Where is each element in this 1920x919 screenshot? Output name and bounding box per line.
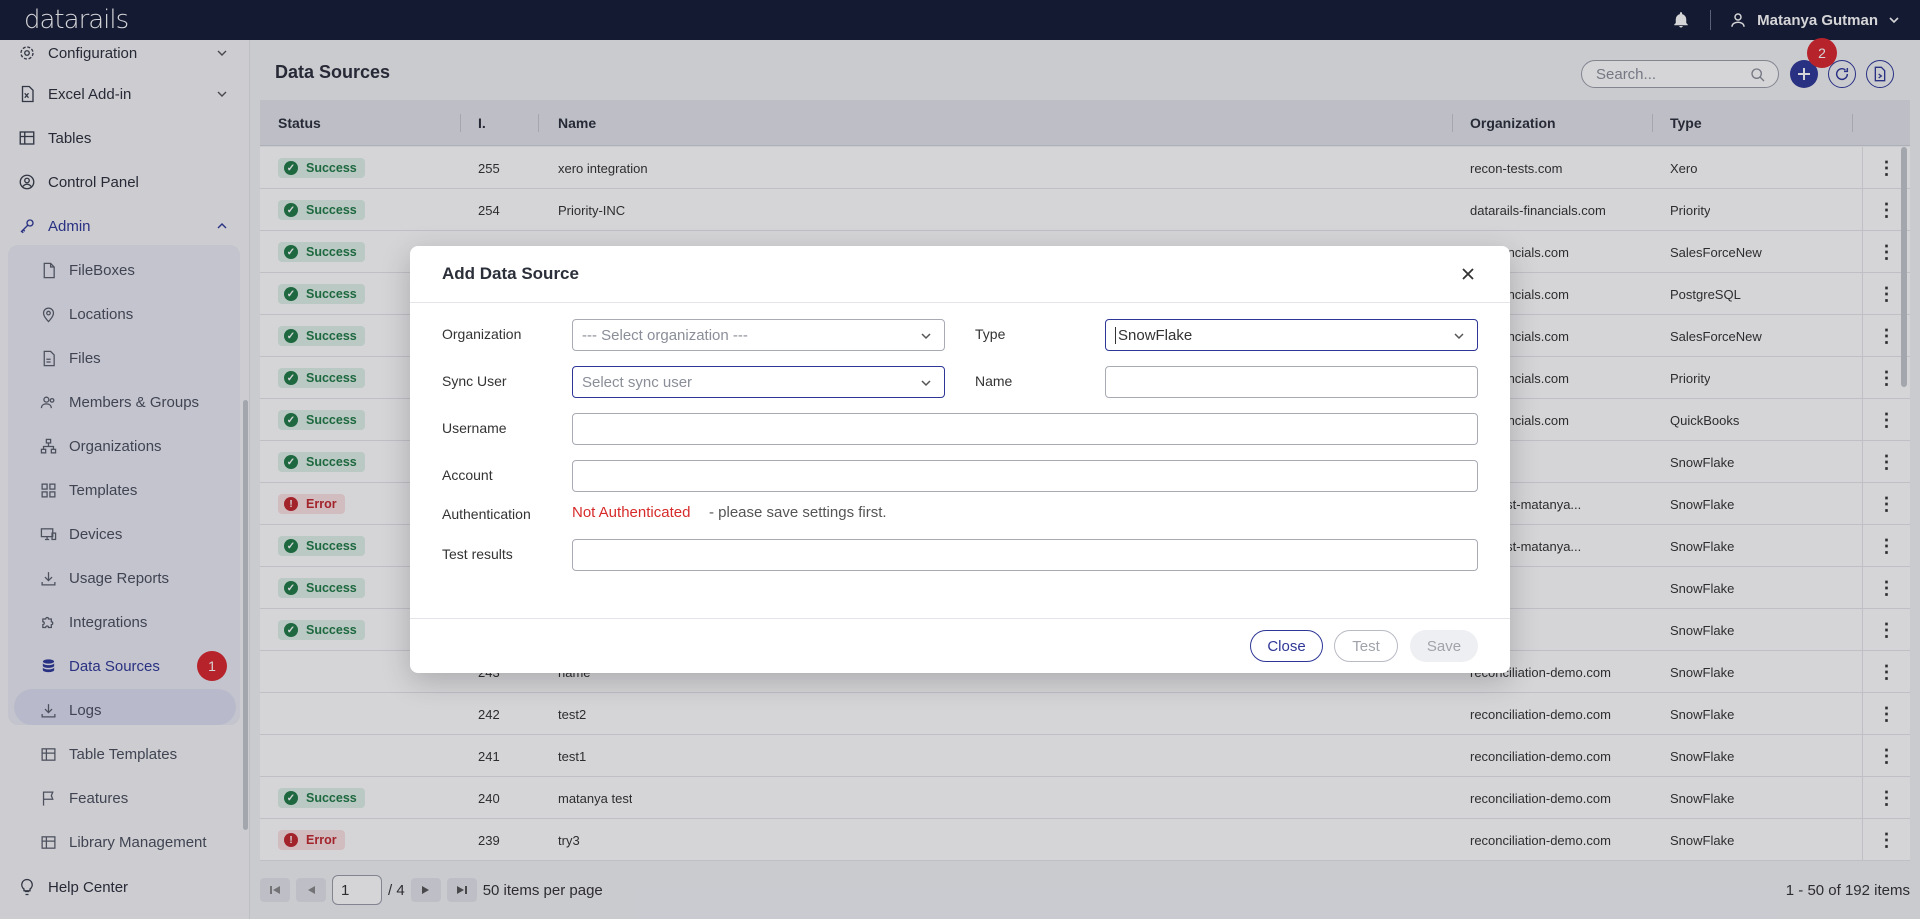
organization-placeholder: --- Select organization --- bbox=[582, 326, 748, 344]
test-results-label: Test results bbox=[442, 546, 513, 562]
modal-title: Add Data Source bbox=[442, 264, 579, 283]
username-label: Username bbox=[442, 420, 507, 436]
type-select[interactable]: SnowFlake bbox=[1105, 319, 1478, 351]
add-data-source-modal: Add Data Source Organization --- Select … bbox=[410, 246, 1510, 673]
chevron-down-icon bbox=[921, 333, 931, 340]
close-icon[interactable] bbox=[1460, 266, 1476, 282]
name-field[interactable] bbox=[1105, 366, 1478, 398]
save-button[interactable]: Save bbox=[1410, 630, 1478, 662]
account-field[interactable] bbox=[572, 460, 1478, 492]
username-field[interactable] bbox=[572, 413, 1478, 445]
organization-label: Organization bbox=[442, 326, 522, 342]
auth-note: - please save settings first. bbox=[709, 504, 887, 521]
sync-user-placeholder: Select sync user bbox=[582, 373, 693, 391]
account-label: Account bbox=[442, 467, 493, 483]
close-button[interactable]: Close bbox=[1250, 630, 1323, 662]
auth-status: Not Authenticated bbox=[572, 504, 691, 521]
authentication-label: Authentication bbox=[442, 506, 531, 522]
modal-divider bbox=[410, 302, 1510, 303]
chevron-down-icon bbox=[921, 380, 931, 387]
test-button[interactable]: Test bbox=[1334, 630, 1398, 662]
type-label: Type bbox=[975, 326, 1006, 342]
sync-user-label: Sync User bbox=[442, 373, 507, 389]
organization-select[interactable]: --- Select organization --- bbox=[572, 319, 945, 351]
chevron-down-icon bbox=[1454, 333, 1464, 340]
test-results-field[interactable] bbox=[572, 539, 1478, 571]
sync-user-select[interactable]: Select sync user bbox=[572, 366, 945, 398]
name-label: Name bbox=[975, 373, 1013, 389]
modal-divider bbox=[410, 618, 1510, 619]
type-value: SnowFlake bbox=[1115, 326, 1192, 344]
